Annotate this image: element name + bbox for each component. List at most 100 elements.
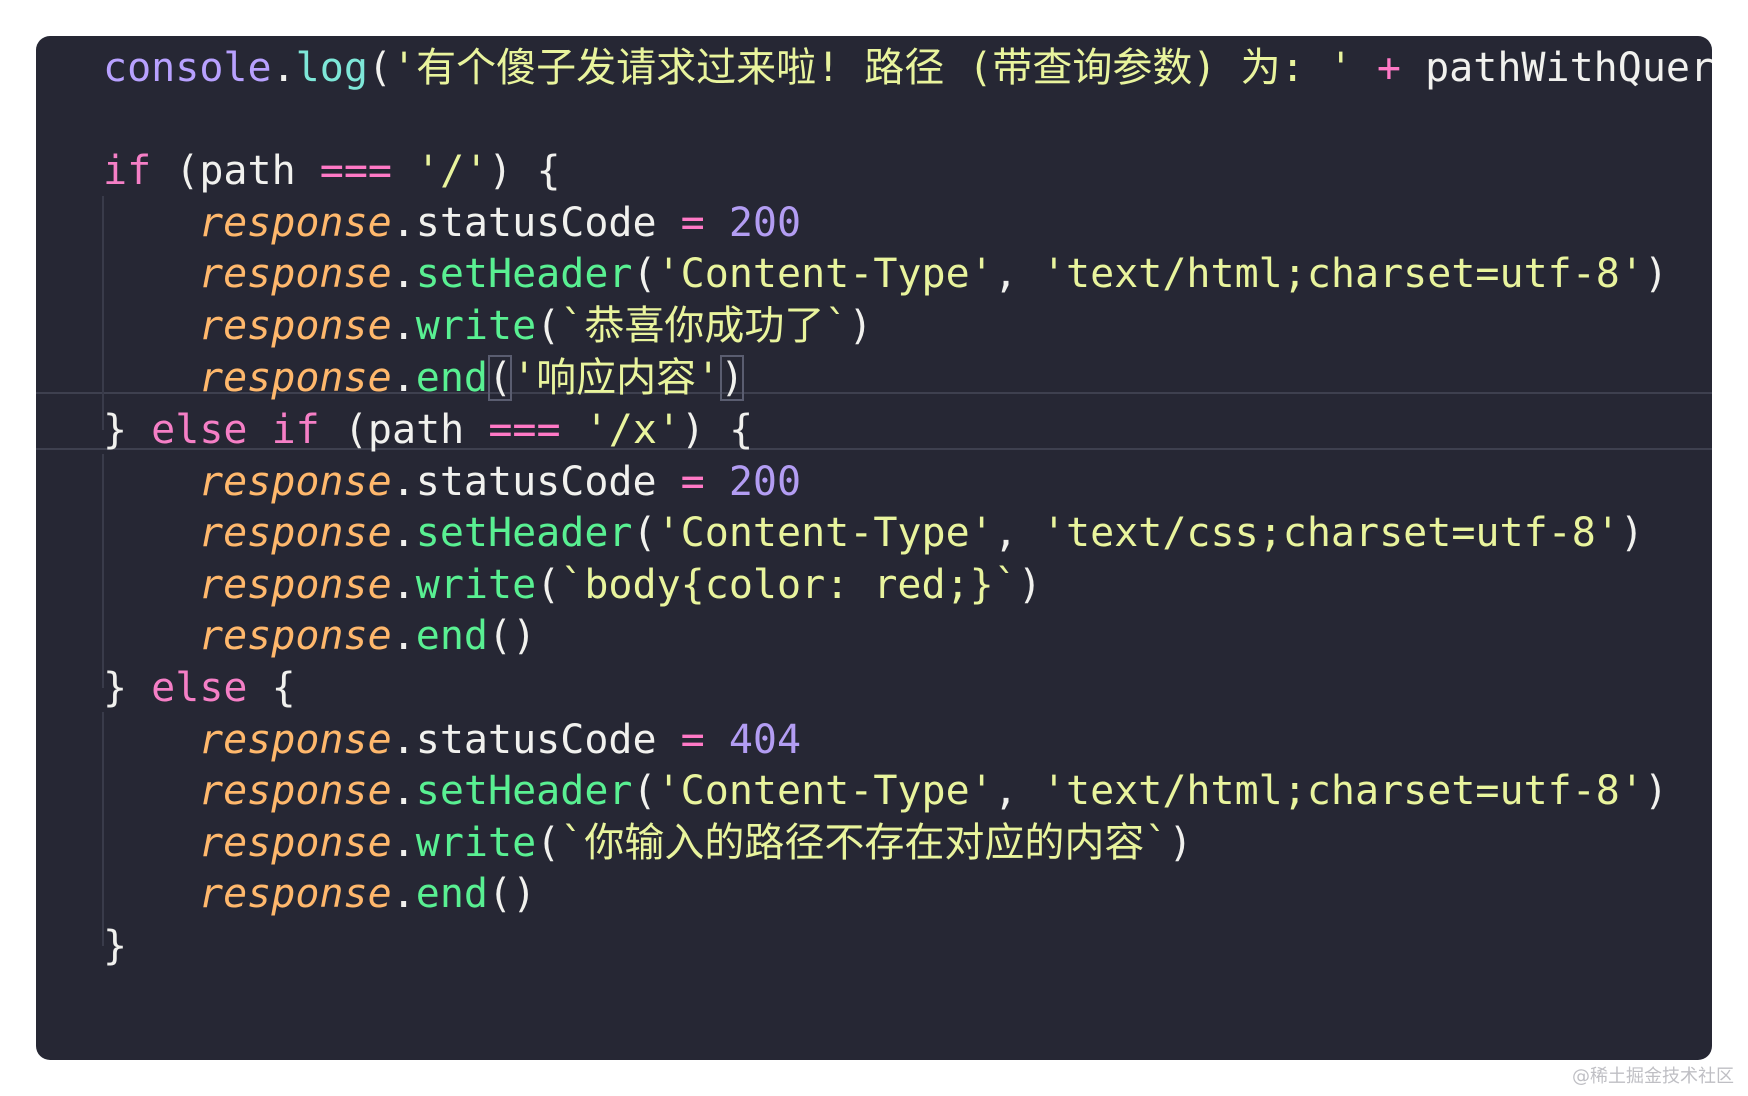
token-punct: } — [103, 665, 152, 711]
token-string: `恭喜你成功了` — [560, 303, 849, 349]
token-object: response — [199, 251, 392, 297]
token-punct: . — [391, 355, 416, 401]
code-line-9: response.statusCode = 200 — [199, 454, 801, 510]
token-punct: ) — [1643, 251, 1669, 297]
code-line-11: response.write(`body{color: red;}`) — [199, 557, 1042, 613]
token-string: '有个傻子发请求过来啦! 路径 (带查询参数) 为: ' — [392, 45, 1353, 91]
watermark: @稀土掘金技术社区 — [1572, 1066, 1734, 1087]
token-operator: + — [1352, 45, 1426, 91]
token-punct: ) { — [681, 407, 754, 453]
code-line-18: } — [103, 918, 127, 974]
code-line-8: } else if (path === '/x') { — [103, 402, 753, 458]
token-method: end — [415, 871, 488, 917]
token-punct: . — [391, 510, 416, 556]
token-object: response — [199, 717, 392, 763]
token-keyword: else — [151, 665, 248, 711]
token-punct: . — [391, 562, 416, 608]
token-property: .statusCode — [391, 459, 681, 505]
token-condition: (path — [319, 407, 489, 453]
token-string: '响应内容' — [512, 355, 721, 401]
token-string: 'Content-Type' — [656, 251, 994, 297]
token-object: response — [199, 355, 392, 401]
code-line-6: response.write(`恭喜你成功了`) — [199, 298, 873, 354]
token-object: response — [199, 562, 392, 608]
token-punct: ) — [1643, 768, 1669, 814]
token-string: 'text/html;charset=utf-8' — [1041, 768, 1644, 814]
token-string: 'Content-Type' — [656, 768, 994, 814]
code-line-13: } else { — [103, 660, 296, 716]
token-operator: = — [680, 717, 705, 763]
token-punct: ( — [536, 820, 561, 866]
bracket-match-close: ) — [720, 355, 745, 401]
code-editor[interactable]: console.log('有个傻子发请求过来啦! 路径 (带查询参数) 为: '… — [36, 36, 1712, 1060]
token-method: write — [415, 820, 537, 866]
token-operator: = — [680, 200, 705, 246]
code-line-12: response.end() — [199, 608, 536, 664]
token-string: `你输入的路径不存在对应的内容` — [560, 820, 1169, 866]
code-line-3: if (path === '/') { — [103, 143, 561, 199]
token-punct: . — [391, 820, 416, 866]
code-line-7: response.end('响应内容') — [199, 350, 745, 406]
token-object: response — [199, 613, 392, 659]
code-content[interactable]: console.log('有个傻子发请求过来啦! 路径 (带查询参数) 为: '… — [36, 36, 1712, 1060]
token-string: 'text/html;charset=utf-8' — [1041, 251, 1644, 297]
token-punct: , — [993, 251, 1042, 297]
token-string: 'text/css;charset=utf-8' — [1041, 510, 1620, 556]
token-method: setHeader — [415, 251, 633, 297]
token-property: .statusCode — [391, 200, 681, 246]
token-method: write — [415, 303, 537, 349]
token-punct: ( — [367, 45, 393, 91]
token-punct: . — [391, 303, 416, 349]
token-method: end — [415, 355, 488, 401]
token-punct: } — [103, 407, 152, 453]
token-punct: ( — [632, 768, 657, 814]
token-punct: ( — [536, 303, 561, 349]
code-line-14: response.statusCode = 404 — [199, 712, 801, 768]
code-line-1: console.log('有个傻子发请求过来啦! 路径 (带查询参数) 为: '… — [103, 40, 1712, 96]
token-punct: } — [103, 923, 128, 969]
code-line-4: response.statusCode = 200 — [199, 195, 801, 251]
token-punct: , — [993, 510, 1042, 556]
token-punct: ) — [1168, 820, 1193, 866]
token-method: setHeader — [415, 768, 633, 814]
bracket-match-open: ( — [488, 355, 513, 401]
token-number: 404 — [704, 717, 802, 763]
token-string: '/x' — [560, 407, 681, 453]
token-punct: ) — [1619, 510, 1644, 556]
token-method: write — [415, 562, 537, 608]
token-keyword: else if — [151, 407, 320, 453]
token-method: log — [295, 45, 368, 91]
token-condition: (path — [151, 148, 320, 194]
token-object: response — [199, 200, 392, 246]
token-object: response — [199, 871, 392, 917]
token-punct: ) { — [488, 148, 561, 194]
token-property: .statusCode — [391, 717, 681, 763]
code-line-10: response.setHeader('Content-Type', 'text… — [199, 505, 1644, 561]
token-punct: . — [391, 613, 416, 659]
token-punct: . — [391, 871, 416, 917]
token-punct: . — [391, 251, 416, 297]
token-object: response — [199, 303, 392, 349]
token-object: response — [199, 459, 392, 505]
token-string: 'Content-Type' — [656, 510, 994, 556]
token-punct: , — [993, 768, 1042, 814]
token-punct: . — [271, 45, 296, 91]
token-string: `body{color: red;}` — [560, 562, 1018, 608]
token-punct: ( — [536, 562, 561, 608]
code-line-15: response.setHeader('Content-Type', 'text… — [199, 763, 1668, 819]
token-punct: () — [488, 871, 537, 917]
token-method: end — [415, 613, 488, 659]
token-operator: = — [680, 459, 705, 505]
token-punct: . — [391, 768, 416, 814]
token-punct: ) — [848, 303, 873, 349]
token-number: 200 — [704, 200, 802, 246]
token-punct: ) — [1017, 562, 1042, 608]
token-object: response — [199, 820, 392, 866]
token-object: console — [103, 45, 272, 91]
token-object: response — [199, 510, 392, 556]
token-variable: pathWithQuery — [1425, 45, 1712, 91]
token-operator: === — [488, 407, 561, 453]
token-object: response — [199, 768, 392, 814]
token-number: 200 — [704, 459, 802, 505]
token-punct: { — [247, 665, 296, 711]
